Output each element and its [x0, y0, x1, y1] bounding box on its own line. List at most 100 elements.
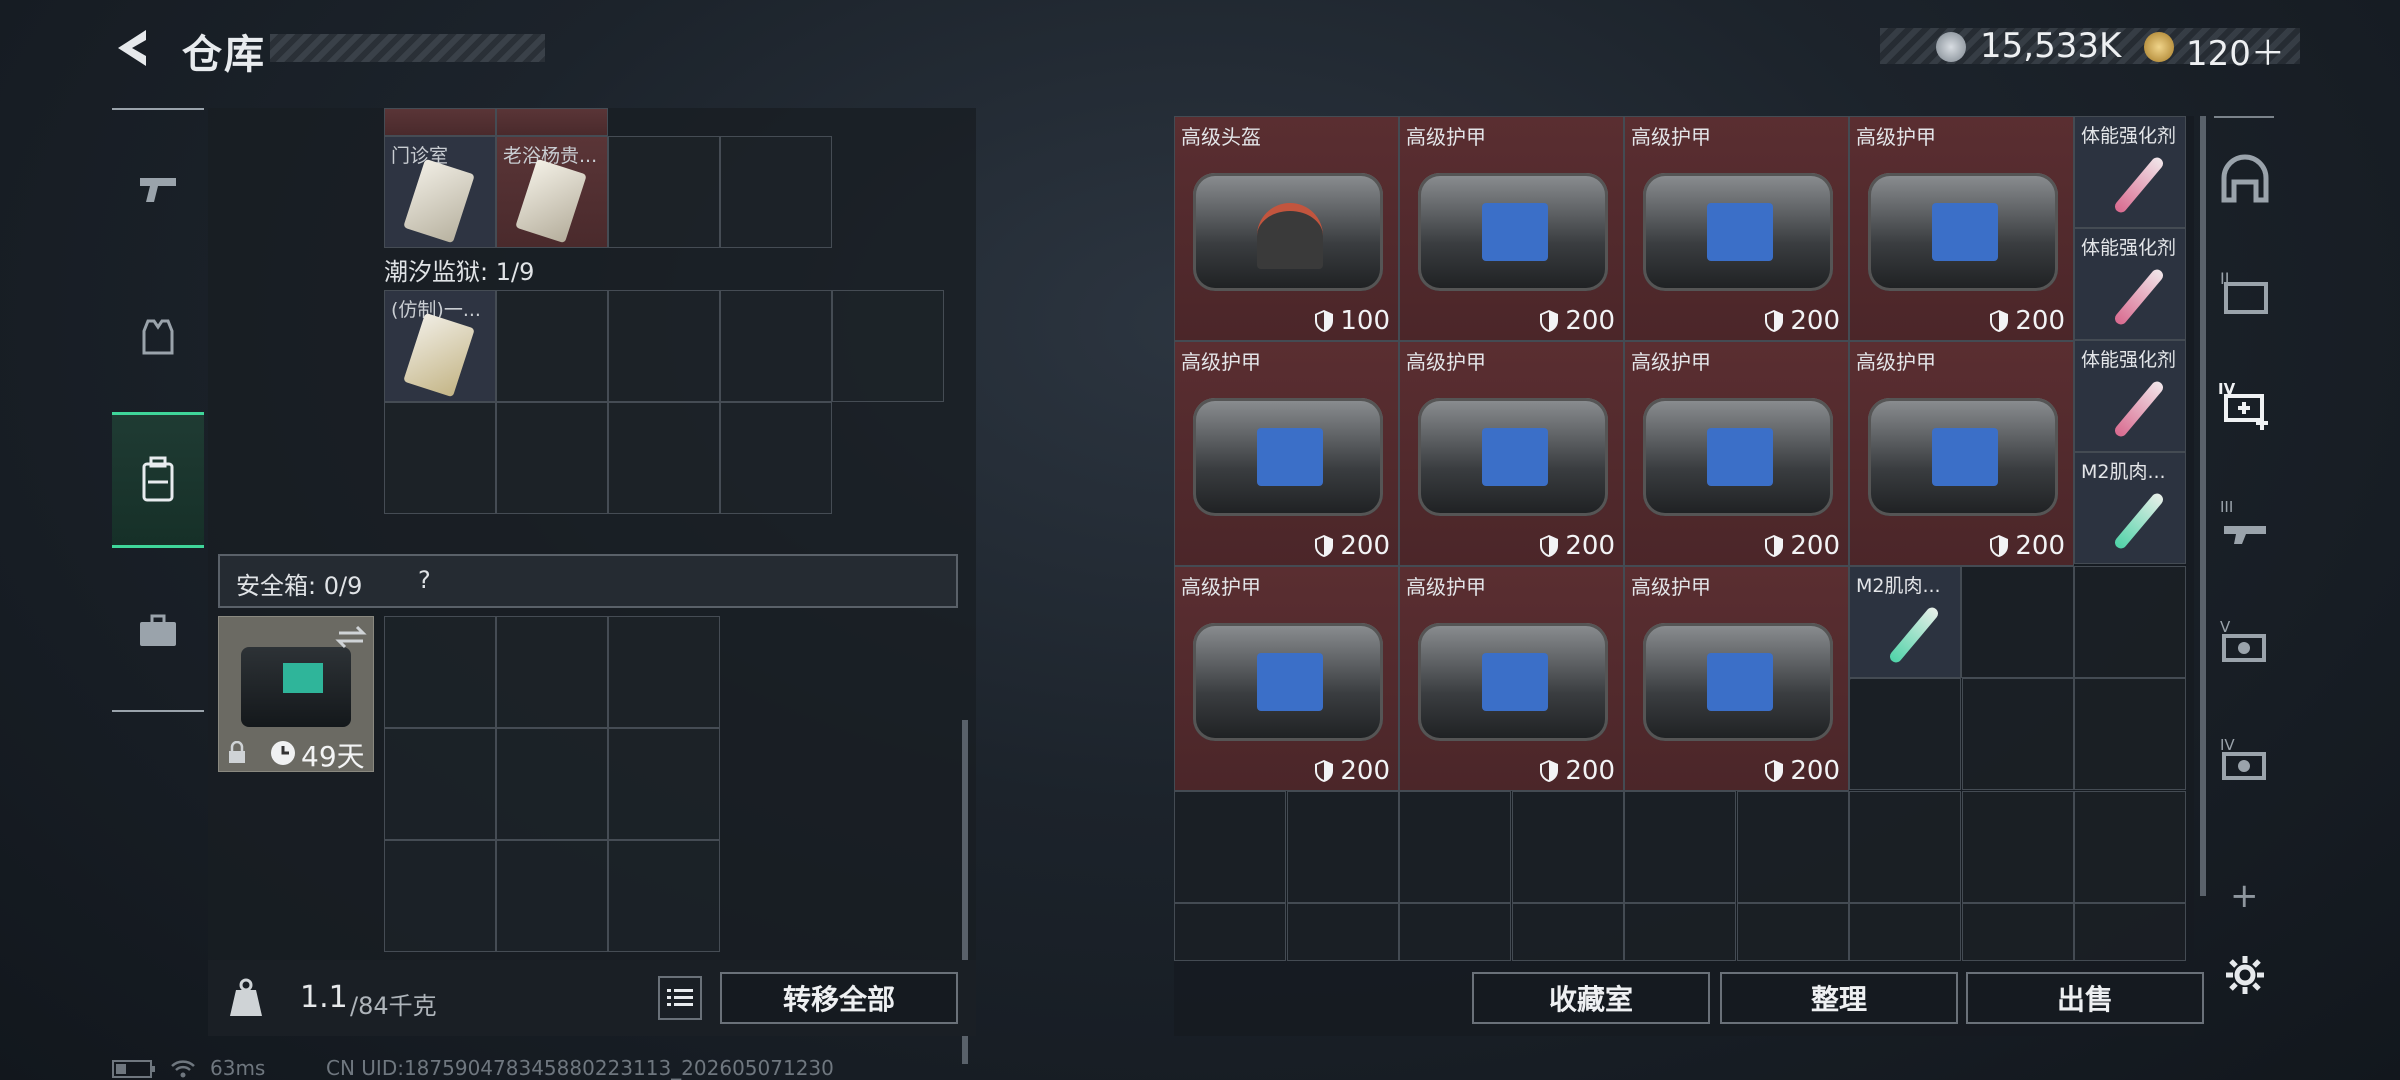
stash-item[interactable]: 高级护甲 200	[1399, 116, 1624, 341]
stash-item[interactable]: 高级护甲 200	[1849, 116, 2074, 341]
grid-cell[interactable]	[1287, 903, 1399, 961]
grid-cell[interactable]	[384, 108, 496, 136]
transfer-all-button[interactable]: 转移全部	[720, 972, 958, 1024]
grid-cell[interactable]	[720, 136, 832, 248]
workbench-tier5-icon[interactable]: V	[2218, 616, 2272, 670]
ping-value: 63ms	[210, 1056, 266, 1080]
grid-cell[interactable]	[496, 290, 608, 402]
grid-cell[interactable]	[496, 728, 608, 840]
item-slot[interactable]: 老浴杨贵...	[496, 136, 608, 248]
item-slot[interactable]: 门诊室	[384, 136, 496, 248]
stash-item[interactable]: 高级护甲 200	[1849, 341, 2074, 566]
grid-cell[interactable]	[496, 840, 608, 952]
rail-tab-weapons[interactable]	[112, 124, 204, 254]
stash-item-small[interactable]: M2肌肉...	[2074, 452, 2186, 564]
item-label: 高级护甲	[1631, 125, 1711, 149]
item-label: 高级护甲	[1406, 575, 1486, 599]
grid-cell[interactable]	[608, 290, 720, 402]
stash-item[interactable]: 高级头盔 100	[1174, 116, 1399, 341]
grid-cell[interactable]	[1399, 791, 1511, 903]
list-view-button[interactable]	[658, 976, 702, 1020]
grid-cell[interactable]	[384, 402, 496, 514]
rail-tab-armor[interactable]	[112, 272, 204, 402]
armor-bag-icon	[1868, 398, 2058, 516]
stash-item[interactable]: 高级护甲 200	[1624, 566, 1849, 791]
shield-icon	[1315, 310, 1334, 332]
rail-tab-case[interactable]	[112, 566, 204, 696]
safe-box-item[interactable]: 49天	[218, 616, 374, 773]
storage-tier2-icon[interactable]: II	[2218, 266, 2272, 320]
grid-cell[interactable]	[1174, 791, 1286, 903]
stash-item[interactable]: 高级护甲 200	[1399, 341, 1624, 566]
grid-cell[interactable]	[2074, 566, 2186, 678]
item-label: 高级护甲	[1181, 575, 1261, 599]
medical-tier4-icon[interactable]: IV	[2218, 378, 2272, 432]
grid-cell[interactable]	[496, 108, 608, 136]
grid-cell[interactable]	[1624, 791, 1736, 903]
item-label: 高级护甲	[1631, 350, 1711, 374]
grid-cell[interactable]	[1512, 791, 1624, 903]
stash-item[interactable]: 高级护甲 200	[1174, 566, 1399, 791]
grid-cell[interactable]	[1849, 903, 1961, 961]
grid-cell[interactable]	[1962, 903, 2074, 961]
help-button[interactable]: ?	[418, 566, 431, 594]
grid-cell[interactable]	[1512, 903, 1624, 961]
grid-cell[interactable]	[1624, 903, 1736, 961]
rail-divider	[2214, 116, 2274, 118]
grid-cell[interactable]	[2074, 903, 2186, 961]
grid-cell[interactable]	[1737, 903, 1849, 961]
sort-button[interactable]: 整理	[1720, 972, 1958, 1024]
workbench-tier4-icon[interactable]: IV	[2218, 734, 2272, 788]
collection-room-button[interactable]: 收藏室	[1472, 972, 1710, 1024]
grid-cell[interactable]	[832, 290, 944, 402]
grid-cell[interactable]	[720, 402, 832, 514]
grid-cell[interactable]	[384, 616, 496, 728]
grid-cell[interactable]	[608, 840, 720, 952]
grid-cell[interactable]	[1737, 791, 1849, 903]
grid-cell[interactable]	[1849, 791, 1961, 903]
back-button[interactable]	[112, 26, 156, 70]
rail-tab-backpack[interactable]	[112, 412, 204, 548]
grid-cell[interactable]	[2074, 678, 2186, 790]
weapon-rack-tier3-icon[interactable]: III	[2218, 496, 2272, 550]
stash-item-small[interactable]: 体能强化剂	[2074, 340, 2186, 452]
grid-cell[interactable]	[608, 402, 720, 514]
grid-cell[interactable]	[496, 402, 608, 514]
wifi-icon	[171, 1060, 195, 1078]
grid-cell[interactable]	[384, 840, 496, 952]
grid-cell[interactable]	[1287, 791, 1399, 903]
grid-cell[interactable]	[608, 136, 720, 248]
keycard-icon	[515, 158, 587, 244]
durability-value: 200	[1565, 756, 1615, 786]
grid-cell[interactable]	[2074, 791, 2186, 903]
lock-icon	[229, 741, 245, 763]
swap-icon[interactable]	[335, 625, 367, 649]
stash-item-small[interactable]: M2肌肉...	[1849, 566, 1961, 678]
syringe-icon	[2112, 379, 2166, 439]
add-storage-button[interactable]: +	[2230, 876, 2259, 916]
grid-cell[interactable]	[1849, 678, 1961, 790]
grid-cell[interactable]	[1174, 903, 1286, 961]
stash-item[interactable]: 高级护甲 200	[1624, 116, 1849, 341]
stash-item[interactable]: 高级护甲 200	[1624, 341, 1849, 566]
grid-cell[interactable]	[720, 290, 832, 402]
grid-cell[interactable]	[1962, 791, 2074, 903]
stash-item-small[interactable]: 体能强化剂	[2074, 116, 2186, 228]
stash-item[interactable]: 高级护甲 200	[1174, 341, 1399, 566]
grid-cell[interactable]	[1961, 566, 2074, 678]
grid-cell[interactable]	[608, 616, 720, 728]
grid-cell[interactable]	[496, 616, 608, 728]
sell-button[interactable]: 出售	[1966, 972, 2204, 1024]
stash-item-small[interactable]: 体能强化剂	[2074, 228, 2186, 340]
armor-bag-icon	[1193, 623, 1383, 741]
safe-box-image	[241, 647, 351, 727]
stash-item[interactable]: 高级护甲 200	[1399, 566, 1624, 791]
grid-cell[interactable]	[608, 728, 720, 840]
grid-cell[interactable]	[1399, 903, 1511, 961]
grid-cell[interactable]	[1962, 678, 2074, 790]
item-slot[interactable]: (仿制)一...	[384, 290, 496, 402]
house-icon[interactable]	[2218, 152, 2272, 206]
settings-gear-icon[interactable]	[2224, 954, 2266, 996]
durability-value: 200	[1340, 756, 1390, 786]
grid-cell[interactable]	[384, 728, 496, 840]
